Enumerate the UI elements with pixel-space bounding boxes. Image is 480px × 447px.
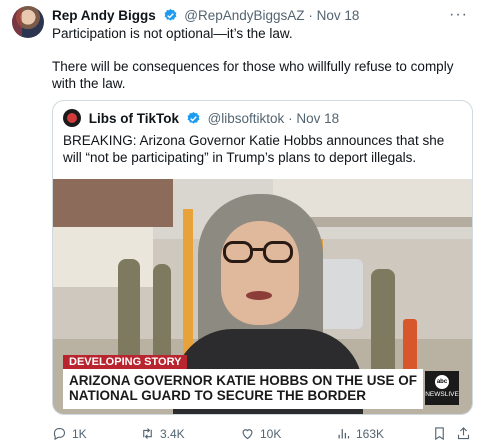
tweet-paragraph: There will be consequences for those who… (52, 59, 454, 91)
news-headline-line: NATIONAL GUARD TO SECURE THE BORDER (69, 388, 367, 403)
developing-story-tag: DEVELOPING STORY (63, 355, 188, 369)
reply-icon (53, 427, 66, 441)
tweet-paragraph: Participation is not optional—it’s the l… (52, 26, 293, 41)
verified-badge-icon (187, 111, 200, 124)
header-separator: · (308, 8, 313, 23)
bookmark-icon (435, 427, 444, 441)
share-icon (457, 427, 470, 440)
like-count: 10K (260, 426, 282, 441)
retweet-button[interactable]: 3.4K (140, 426, 185, 441)
view-count: 163K (356, 426, 385, 441)
news-lower-third: DEVELOPING STORY ARIZONA GOVERNOR KATIE … (53, 355, 472, 414)
quoted-author-avatar[interactable] (63, 109, 81, 127)
more-options-button[interactable]: ··· (449, 6, 468, 24)
abc-logo-mark: abc (435, 375, 449, 389)
retweet-count: 3.4K (160, 426, 185, 441)
tweet-header: Rep Andy Biggs @RepAndyBiggsAZ · Nov 18 (52, 7, 359, 24)
news-headline-line: ARIZONA GOVERNOR KATIE HOBBS ON THE USE … (69, 373, 418, 388)
views-button[interactable]: 163K (336, 426, 384, 441)
quoted-header-separator: · (288, 111, 293, 126)
quoted-tweet-text: BREAKING: Arizona Governor Katie Hobbs a… (63, 133, 445, 165)
verified-badge-icon (164, 8, 176, 21)
quoted-tweet-header: Libs of TikTok @libsoftiktok · Nov 18 (63, 109, 339, 127)
abc-news-live-logo: abc NEWSLIVE (425, 371, 459, 405)
author-handle[interactable]: @RepAndyBiggsAZ (184, 8, 304, 23)
share-button[interactable] (456, 426, 471, 441)
like-button[interactable]: 10K (240, 426, 281, 441)
retweet-icon (143, 428, 152, 439)
author-avatar[interactable] (12, 6, 44, 38)
quoted-tweet[interactable]: Libs of TikTok @libsoftiktok · Nov 18 BR… (52, 100, 473, 415)
tweet[interactable]: Rep Andy Biggs @RepAndyBiggsAZ · Nov 18 … (0, 0, 480, 447)
author-name[interactable]: Rep Andy Biggs (52, 8, 156, 23)
bookmark-button[interactable] (432, 426, 447, 441)
quoted-video[interactable]: DEVELOPING STORY ARIZONA GOVERNOR KATIE … (53, 179, 472, 414)
quoted-author-name[interactable]: Libs of TikTok (89, 111, 179, 126)
network-name: NEWSLIVE (425, 391, 459, 398)
speaker-glasses (223, 241, 297, 263)
tweet-date[interactable]: Nov 18 (317, 8, 360, 23)
tweet-text: Participation is not optional—it’s the l… (52, 25, 467, 92)
reply-button[interactable]: 1K (52, 426, 87, 441)
heart-icon (242, 429, 253, 440)
tweet-actions: 1K 3.4K 10K 163K (52, 426, 472, 442)
quoted-tweet-date[interactable]: Nov 18 (296, 111, 339, 126)
quoted-author-handle[interactable]: @libsoftiktok (208, 111, 285, 126)
news-headline: ARIZONA GOVERNOR KATIE HOBBS ON THE USE … (63, 369, 423, 409)
views-icon (338, 429, 350, 439)
reply-count: 1K (72, 426, 87, 441)
